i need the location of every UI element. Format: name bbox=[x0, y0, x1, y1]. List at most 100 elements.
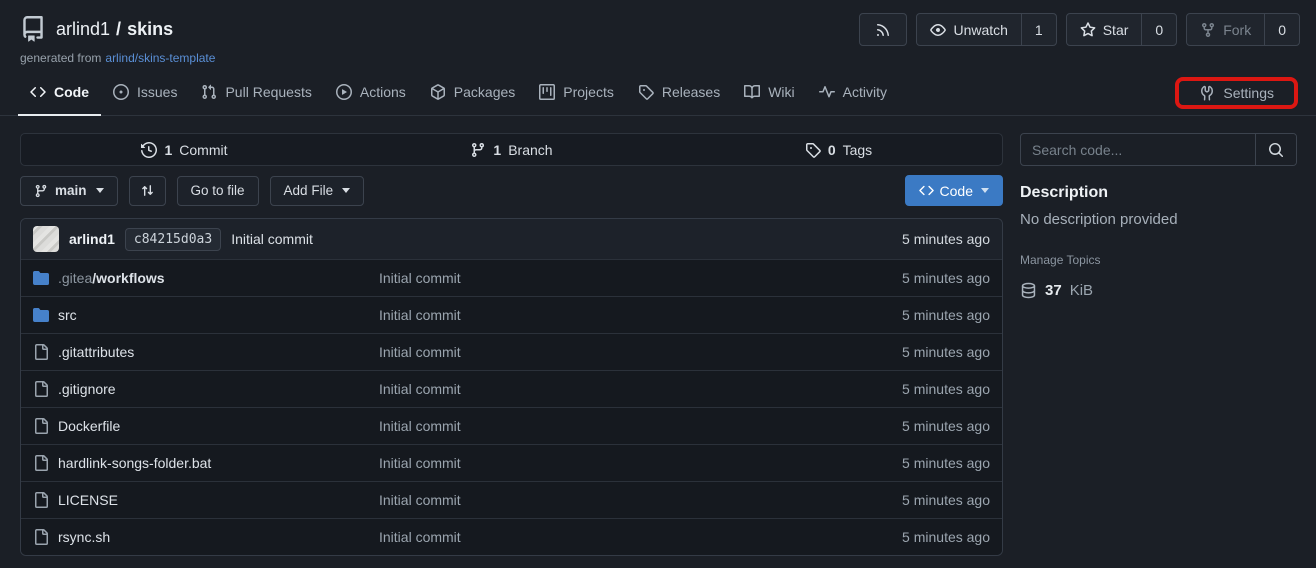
tab-projects[interactable]: Projects bbox=[527, 70, 626, 116]
play-icon bbox=[336, 84, 352, 100]
file-commit-message[interactable]: Initial commit bbox=[379, 529, 840, 545]
file-name-prefix[interactable]: .gitea bbox=[58, 270, 92, 286]
file-name-link[interactable]: src bbox=[58, 307, 77, 323]
repo-owner-link[interactable]: arlind1 bbox=[56, 19, 110, 40]
tag-label: Tags bbox=[843, 142, 873, 158]
tab-settings[interactable]: Settings bbox=[1187, 85, 1286, 101]
tab-wiki-label: Wiki bbox=[768, 84, 794, 100]
database-icon bbox=[1020, 282, 1037, 299]
fork-icon bbox=[1200, 22, 1216, 38]
fork-label: Fork bbox=[1223, 22, 1251, 38]
search-input[interactable] bbox=[1021, 134, 1255, 165]
file-age: 5 minutes ago bbox=[840, 492, 990, 508]
template-link[interactable]: arlind/skins-template bbox=[105, 51, 215, 65]
add-file-label: Add File bbox=[284, 183, 334, 198]
file-name-link[interactable]: hardlink-songs-folder.bat bbox=[58, 455, 211, 471]
tab-packages-label: Packages bbox=[454, 84, 515, 100]
table-row: LICENSE Initial commit 5 minutes ago bbox=[21, 481, 1002, 518]
project-icon bbox=[539, 84, 555, 100]
unwatch-button[interactable]: Unwatch 1 bbox=[916, 13, 1056, 46]
tag-icon bbox=[638, 84, 654, 100]
repo-book-icon bbox=[20, 16, 46, 42]
description-heading: Description bbox=[1020, 184, 1297, 202]
file-icon bbox=[33, 418, 49, 434]
rss-icon bbox=[860, 14, 906, 45]
tab-activity-label: Activity bbox=[843, 84, 887, 100]
compare-button[interactable] bbox=[129, 176, 166, 206]
avatar[interactable] bbox=[33, 226, 59, 252]
history-icon bbox=[141, 142, 157, 158]
file-name-link[interactable]: .gitignore bbox=[58, 381, 116, 397]
file-age: 5 minutes ago bbox=[840, 307, 990, 323]
tab-pull-requests[interactable]: Pull Requests bbox=[189, 70, 323, 116]
search-button[interactable] bbox=[1255, 134, 1296, 165]
tab-projects-label: Projects bbox=[563, 84, 614, 100]
table-row: .gitea/workflows Initial commit 5 minute… bbox=[21, 259, 1002, 296]
star-button[interactable]: Star 0 bbox=[1066, 13, 1177, 46]
add-file-button[interactable]: Add File bbox=[270, 176, 365, 206]
rss-button[interactable] bbox=[859, 13, 907, 46]
repo-action-buttons: Unwatch 1 Star 0 Fork 0 bbox=[859, 13, 1300, 46]
branches-stat[interactable]: 1 Branch bbox=[348, 134, 675, 165]
branch-selector[interactable]: main bbox=[20, 176, 118, 206]
fork-count[interactable]: 0 bbox=[1264, 14, 1299, 45]
tab-wiki[interactable]: Wiki bbox=[732, 70, 806, 116]
eye-icon bbox=[930, 22, 946, 38]
watch-count[interactable]: 1 bbox=[1021, 14, 1056, 45]
table-row: .gitignore Initial commit 5 minutes ago bbox=[21, 370, 1002, 407]
tab-issues-label: Issues bbox=[137, 84, 177, 100]
tab-releases[interactable]: Releases bbox=[626, 70, 732, 116]
file-name-link[interactable]: /workflows bbox=[92, 270, 164, 286]
pull-request-icon bbox=[201, 84, 217, 100]
tab-issues[interactable]: Issues bbox=[101, 70, 189, 116]
file-commit-message[interactable]: Initial commit bbox=[379, 307, 840, 323]
file-name-link[interactable]: rsync.sh bbox=[58, 529, 110, 545]
tab-code[interactable]: Code bbox=[18, 70, 101, 116]
fork-button[interactable]: Fork 0 bbox=[1186, 13, 1300, 46]
repo-title: arlind1 / skins bbox=[56, 19, 173, 40]
file-name-link[interactable]: LICENSE bbox=[58, 492, 118, 508]
repo-name-link[interactable]: skins bbox=[127, 19, 173, 40]
file-commit-message[interactable]: Initial commit bbox=[379, 270, 840, 286]
table-row: .gitattributes Initial commit 5 minutes … bbox=[21, 333, 1002, 370]
current-branch-label: main bbox=[55, 183, 87, 198]
file-commit-message[interactable]: Initial commit bbox=[379, 492, 840, 508]
file-commit-message[interactable]: Initial commit bbox=[379, 381, 840, 397]
tags-stat[interactable]: 0 Tags bbox=[675, 134, 1002, 165]
pulse-icon bbox=[819, 84, 835, 100]
file-icon bbox=[33, 529, 49, 545]
file-icon bbox=[33, 344, 49, 360]
manage-topics-link[interactable]: Manage Topics bbox=[1020, 253, 1297, 267]
tab-packages[interactable]: Packages bbox=[418, 70, 527, 116]
file-name-link[interactable]: Dockerfile bbox=[58, 418, 120, 434]
tab-actions[interactable]: Actions bbox=[324, 70, 418, 116]
file-commit-message[interactable]: Initial commit bbox=[379, 344, 840, 360]
file-age: 5 minutes ago bbox=[840, 455, 990, 471]
file-name-link[interactable]: .gitattributes bbox=[58, 344, 134, 360]
folder-icon bbox=[33, 270, 49, 286]
repo-stats-bar: 1 Commit 1 Branch 0 Tags bbox=[20, 133, 1003, 166]
commit-label: Commit bbox=[179, 142, 227, 158]
code-icon bbox=[30, 84, 46, 100]
repo-header: arlind1 / skins generated fromarlind/ski… bbox=[0, 0, 1316, 65]
branch-icon bbox=[34, 184, 48, 198]
folder-icon bbox=[33, 307, 49, 323]
commits-stat[interactable]: 1 Commit bbox=[21, 134, 348, 165]
code-download-button[interactable]: Code bbox=[905, 175, 1003, 206]
file-toolbar: main Go to file Add File Code bbox=[20, 175, 1003, 206]
file-commit-message[interactable]: Initial commit bbox=[379, 455, 840, 471]
chevron-down-icon bbox=[981, 188, 989, 193]
commit-hash-link[interactable]: c84215d0a3 bbox=[125, 228, 221, 251]
compare-icon bbox=[140, 183, 155, 198]
file-table: arlind1 c84215d0a3 Initial commit 5 minu… bbox=[20, 218, 1003, 556]
commit-message-link[interactable]: Initial commit bbox=[231, 231, 313, 247]
tab-activity[interactable]: Activity bbox=[807, 70, 899, 116]
commit-author-link[interactable]: arlind1 bbox=[69, 231, 115, 247]
tab-code-label: Code bbox=[54, 84, 89, 100]
file-commit-message[interactable]: Initial commit bbox=[379, 418, 840, 434]
table-row: src Initial commit 5 minutes ago bbox=[21, 296, 1002, 333]
go-to-file-button[interactable]: Go to file bbox=[177, 176, 259, 206]
star-count[interactable]: 0 bbox=[1141, 14, 1176, 45]
generated-from: generated fromarlind/skins-template bbox=[20, 51, 1296, 65]
repo-size-value: 37 bbox=[1045, 282, 1062, 299]
